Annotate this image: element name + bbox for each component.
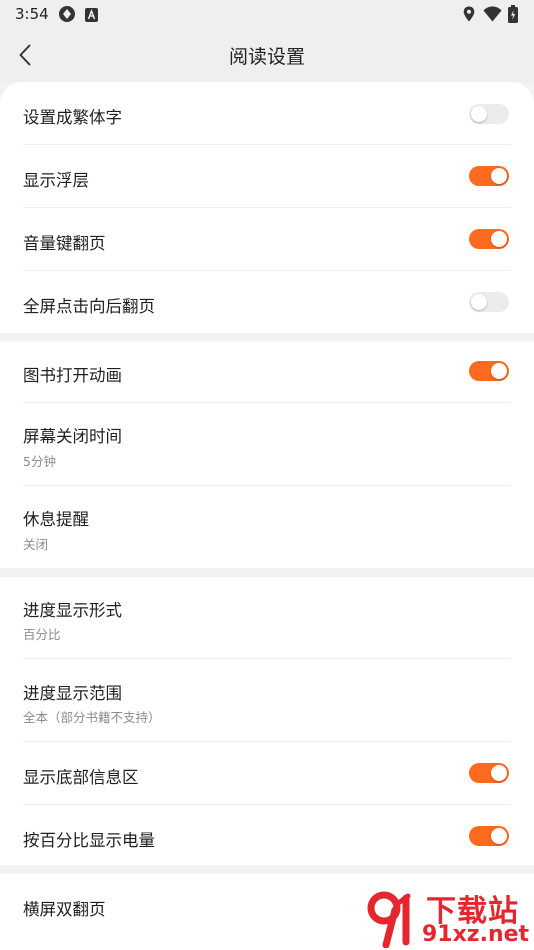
volume-key-page-toggle[interactable] <box>469 229 509 249</box>
status-time: 3:54 <box>15 5 49 23</box>
location-icon <box>463 6 475 26</box>
settings-card-reading: 图书打开动画 屏幕关闭时间 5分钟 休息提醒 关闭 <box>0 341 534 568</box>
watermark-domain: 91xz.net <box>422 922 530 947</box>
setting-row-battery-percent[interactable]: 按百分比显示电量 <box>23 805 511 867</box>
setting-label: 音量键翻页 <box>23 234 106 253</box>
site-watermark: 下载站 91xz.net <box>360 886 534 950</box>
setting-label: 设置成繁体字 <box>23 108 122 127</box>
watermark-logo-icon <box>367 891 411 948</box>
setting-label: 显示底部信息区 <box>23 768 139 787</box>
battery-icon <box>508 5 518 27</box>
book-open-animation-toggle[interactable] <box>469 361 509 381</box>
setting-row-screen-off-time[interactable]: 屏幕关闭时间 5分钟 <box>23 403 511 486</box>
page-title: 阅读设置 <box>228 46 305 68</box>
setting-label: 全屏点击向后翻页 <box>23 297 155 316</box>
bottom-info-toggle[interactable] <box>469 763 509 783</box>
setting-value: 关闭 <box>23 537 49 552</box>
setting-value: 百分比 <box>23 627 61 642</box>
setting-value: 全本（部分书籍不支持） <box>23 710 161 725</box>
setting-row-book-open-animation[interactable]: 图书打开动画 <box>23 341 511 403</box>
setting-label: 横屏双翻页 <box>23 900 106 919</box>
setting-row-traditional-chinese[interactable]: 设置成繁体字 <box>23 83 511 145</box>
app-notification-icon <box>58 5 76 27</box>
status-bar: 3:54 <box>0 0 534 30</box>
setting-label: 休息提醒 <box>23 510 89 529</box>
app-bar: 阅读设置 <box>0 30 534 82</box>
setting-label: 进度显示范围 <box>23 684 122 703</box>
traditional-chinese-toggle[interactable] <box>469 104 509 124</box>
setting-row-progress-format[interactable]: 进度显示形式 百分比 <box>23 577 511 659</box>
setting-label: 屏幕关闭时间 <box>23 427 122 446</box>
setting-label: 图书打开动画 <box>23 366 122 385</box>
setting-label: 进度显示形式 <box>23 601 122 620</box>
setting-label: 按百分比显示电量 <box>23 831 155 850</box>
fullscreen-tap-next-toggle[interactable] <box>469 292 509 312</box>
setting-row-fullscreen-tap-next[interactable]: 全屏点击向后翻页 <box>23 271 511 333</box>
setting-row-volume-key-page[interactable]: 音量键翻页 <box>23 208 511 271</box>
settings-card-general: 设置成繁体字 显示浮层 音量键翻页 全屏点击向后翻页 <box>0 82 534 333</box>
setting-label: 显示浮层 <box>23 171 89 190</box>
setting-row-show-overlay[interactable]: 显示浮层 <box>23 145 511 208</box>
setting-row-bottom-info[interactable]: 显示底部信息区 <box>23 742 511 805</box>
show-overlay-toggle[interactable] <box>469 166 509 186</box>
setting-row-rest-reminder[interactable]: 休息提醒 关闭 <box>23 486 511 568</box>
wifi-icon <box>483 6 502 26</box>
setting-value: 5分钟 <box>23 454 56 469</box>
setting-row-progress-range[interactable]: 进度显示范围 全本（部分书籍不支持） <box>23 659 511 742</box>
a-notification-icon <box>85 7 98 26</box>
battery-percent-toggle[interactable] <box>469 826 509 846</box>
settings-card-progress: 进度显示形式 百分比 进度显示范围 全本（部分书籍不支持） 显示底部信息区 按百… <box>0 577 534 865</box>
